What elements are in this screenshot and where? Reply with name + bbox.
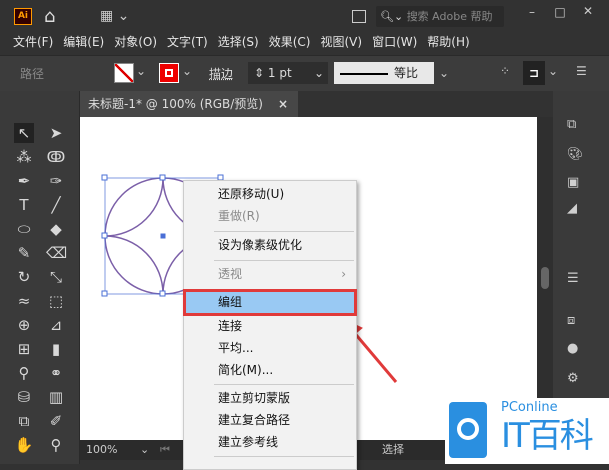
menu-separator xyxy=(214,384,354,385)
watermark-name: IT百科 xyxy=(501,416,594,456)
color-palette-icon[interactable]: 🎨︎ xyxy=(567,147,584,162)
highlight-box xyxy=(183,289,357,316)
submenu-arrow-icon: › xyxy=(341,267,346,281)
menu-item-undo-move[interactable]: 还原移动(U) xyxy=(184,183,356,205)
menu-item-compound-path[interactable]: 建立复合路径 xyxy=(184,409,356,431)
perspective-label: 透视 xyxy=(218,267,243,281)
menu-item-pixel-optimize[interactable]: 设为像素级优化 xyxy=(184,234,356,256)
layers-icon[interactable]: ⧉ xyxy=(567,117,576,132)
menu-item-clipping-mask[interactable]: 建立剪切蒙版 xyxy=(184,387,356,409)
menu-item-simplify[interactable]: 简化(M)... xyxy=(184,359,356,381)
context-menu: 还原移动(U) 重做(R) 设为像素级优化 透视 › 编组 连接 平均... 简化… xyxy=(183,180,357,470)
graphic-styles-icon[interactable]: ⚙ xyxy=(567,371,579,386)
zoom-select[interactable]: 100% xyxy=(86,440,117,460)
stroke-icon[interactable]: ☰ xyxy=(567,271,579,286)
gradient-icon[interactable]: ◢ xyxy=(567,201,577,216)
menu-item-perspective: 透视 › xyxy=(184,263,356,285)
current-tool-label: 选择 xyxy=(382,443,404,456)
watermark-search-icon xyxy=(449,402,487,458)
menu-item-join[interactable]: 连接 xyxy=(184,315,356,337)
watermark-brand: PConline xyxy=(501,400,558,415)
appearance-icon[interactable]: ● xyxy=(567,341,578,356)
menu-item-redo: 重做(R) xyxy=(218,209,260,223)
zoom-dropdown-icon[interactable]: ⌄ xyxy=(140,440,149,460)
menu-separator xyxy=(214,260,354,261)
scrollbar-thumb[interactable] xyxy=(541,267,549,289)
menu-separator xyxy=(214,231,354,232)
vertical-scrollbar[interactable] xyxy=(537,117,553,444)
swatches-icon[interactable]: ▣ xyxy=(567,175,579,190)
menu-item-average[interactable]: 平均... xyxy=(184,337,356,359)
transform-panel-icon[interactable]: ⧈ xyxy=(567,313,575,328)
artboard-nav-icon[interactable]: ⏮ xyxy=(160,440,170,460)
watermark: PConline IT百科 xyxy=(445,398,609,464)
menu-separator xyxy=(214,456,354,457)
menu-item-make-guides[interactable]: 建立参考线 xyxy=(184,431,356,453)
